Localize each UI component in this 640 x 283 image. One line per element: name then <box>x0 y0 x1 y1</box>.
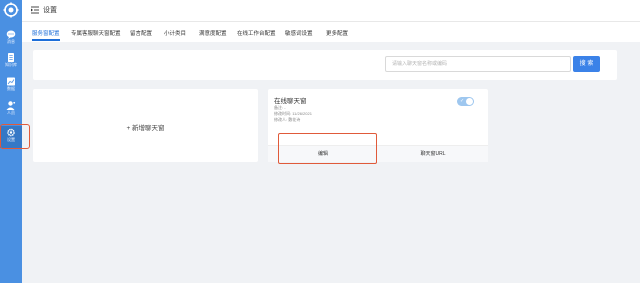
card-title: 在线聊天窗 <box>274 98 307 105</box>
sidebar-item-data[interactable]: 数据 <box>0 77 22 97</box>
tab-workbench[interactable]: 在线工作台配置 <box>237 29 276 37</box>
card-modifier: 修改人: 敷花诗 <box>274 117 301 122</box>
sidebar-item-label: 消息 <box>7 39 15 44</box>
sidebar-item-label: 知识库 <box>5 62 17 67</box>
sidebar-item-label: 数据 <box>7 86 15 91</box>
chart-icon <box>7 77 15 86</box>
chat-bubble-icon <box>6 30 16 39</box>
tab-service-window[interactable]: 服务窗配置 <box>32 29 60 37</box>
tab-message-config[interactable]: 留言配置 <box>130 29 152 37</box>
chat-url-button[interactable]: 聊天窗URL <box>378 146 488 163</box>
person-icon <box>6 101 16 110</box>
enable-toggle[interactable]: ✓ <box>457 97 474 106</box>
tab-exclusive-chat[interactable]: 专属客服聊天窗配置 <box>71 29 121 37</box>
page-title: 设置 <box>43 7 57 14</box>
top-header: 设置 <box>22 0 640 22</box>
tab-more-config[interactable]: 更多配置 <box>326 29 348 37</box>
toggle-on-mark-icon: ✓ <box>460 98 465 104</box>
toggle-knob <box>466 98 473 105</box>
search-button[interactable]: 搜 索 <box>573 56 600 72</box>
gear-icon <box>7 128 15 137</box>
sidebar-item-knowledge[interactable]: 知识库 <box>0 53 22 73</box>
sidebar-item-people[interactable]: 人员 <box>0 101 22 121</box>
card-footer: 编辑 聊天窗URL <box>268 145 488 162</box>
active-tab-indicator <box>32 39 60 41</box>
menu-collapse-icon[interactable] <box>31 6 39 14</box>
edit-button[interactable]: 编辑 <box>268 146 378 163</box>
sidebar-item-settings[interactable]: 设置 <box>0 126 22 148</box>
add-chat-window-label: + 新增聊天窗 <box>126 125 165 132</box>
document-icon <box>8 53 14 62</box>
gear-logo-icon[interactable] <box>3 2 19 18</box>
search-panel: 搜 索 <box>33 50 617 80</box>
tab-satisfaction[interactable]: 满意度配置 <box>199 29 227 37</box>
settings-tabs: 服务窗配置 专属客服聊天窗配置 留言配置 小计类目 满意度配置 在线工作台配置 … <box>22 22 640 42</box>
tab-sensitive-words[interactable]: 敏感词设置 <box>285 29 313 37</box>
sidebar-item-label: 人员 <box>7 110 15 115</box>
search-input[interactable] <box>385 56 571 72</box>
chat-window-card: 在线聊天窗 备注: - 修改时间: 11/26/2021 修改人: 敷花诗 ✓ … <box>268 89 488 162</box>
tab-subtotal-category[interactable]: 小计类目 <box>164 29 186 37</box>
sidebar-item-label: 设置 <box>7 137 15 142</box>
add-chat-window-card[interactable]: + 新增聊天窗 <box>33 89 258 162</box>
sidebar-item-messages[interactable]: 消息 <box>0 30 22 50</box>
sidebar: 消息 知识库 数据 人员 设置 <box>0 0 22 283</box>
